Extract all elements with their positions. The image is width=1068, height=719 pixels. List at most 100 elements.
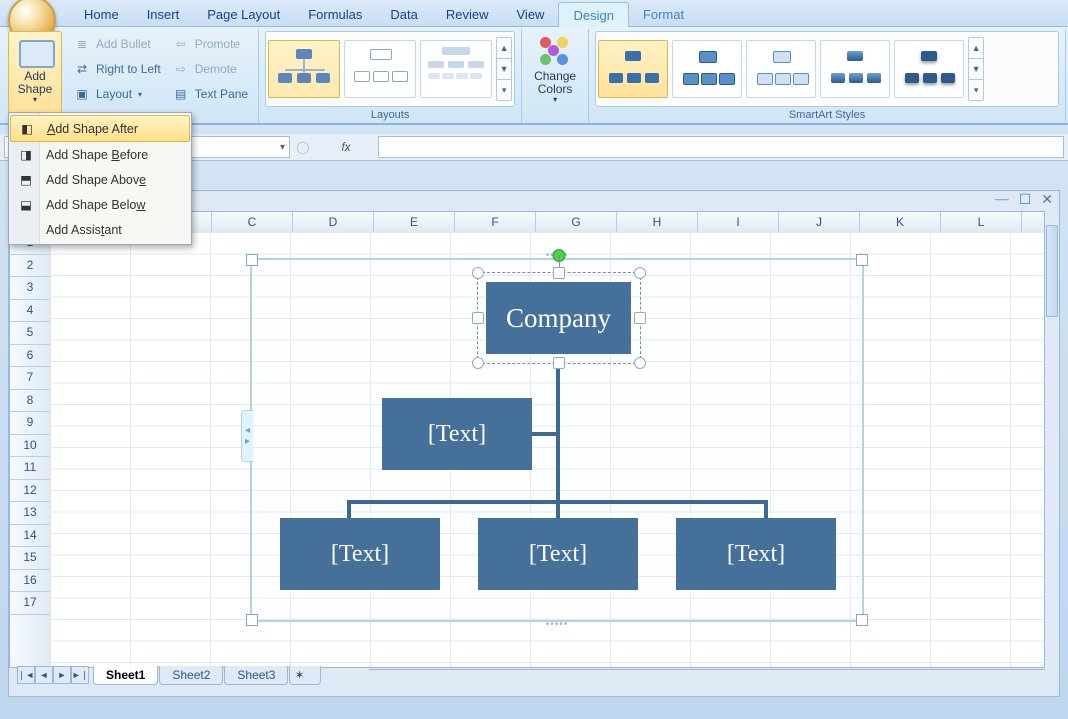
vertical-scrollbar[interactable] xyxy=(1044,211,1059,668)
styles-gallery-scroll[interactable]: ▲ ▼ ▾ xyxy=(968,37,984,101)
frame-handle[interactable] xyxy=(246,614,258,626)
row-header[interactable]: 6 xyxy=(10,345,50,368)
sheet-nav-last[interactable]: ►❘ xyxy=(71,666,89,684)
column-header[interactable]: H xyxy=(617,212,698,232)
row-header[interactable]: 9 xyxy=(10,412,50,435)
row-header[interactable]: 7 xyxy=(10,367,50,390)
column-header[interactable]: J xyxy=(779,212,860,232)
frame-handle[interactable] xyxy=(246,254,258,266)
tab-insert[interactable]: Insert xyxy=(133,2,194,26)
layout-option-3[interactable] xyxy=(420,40,492,98)
row-header[interactable]: 15 xyxy=(10,547,50,570)
menu-add-shape-after[interactable]: ◧ Add Shape After xyxy=(10,115,190,142)
tab-view[interactable]: View xyxy=(503,2,559,26)
style-option-3[interactable] xyxy=(746,40,816,98)
row-headers[interactable]: 1234567891011121314151617 xyxy=(10,232,51,667)
tab-design[interactable]: Design xyxy=(558,2,628,27)
window-close-button[interactable]: ✕ xyxy=(1041,192,1053,209)
tab-format[interactable]: Format xyxy=(629,2,698,26)
name-box-dropdown-icon[interactable]: ▾ xyxy=(280,142,285,153)
column-header[interactable]: F xyxy=(455,212,536,232)
row-header[interactable]: 4 xyxy=(10,300,50,323)
row-header[interactable]: 10 xyxy=(10,435,50,458)
menu-add-shape-below[interactable]: ⬓ Add Shape Below xyxy=(10,192,190,217)
layout-option-1[interactable] xyxy=(268,40,340,98)
menu-add-shape-before[interactable]: ◨ Add Shape Before xyxy=(10,142,190,167)
row-header[interactable]: 12 xyxy=(10,480,50,503)
tab-review[interactable]: Review xyxy=(432,2,503,26)
column-header[interactable]: G xyxy=(536,212,617,232)
tab-page-layout[interactable]: Page Layout xyxy=(193,2,294,26)
frame-handle[interactable] xyxy=(856,254,868,266)
horizontal-scrollbar[interactable] xyxy=(369,669,1045,684)
sheet-nav-prev[interactable]: ◄ xyxy=(35,666,53,684)
row-header[interactable]: 17 xyxy=(10,592,50,615)
menu-add-shape-above[interactable]: ⬒ Add Shape Above xyxy=(10,167,190,192)
sheet-tab-1[interactable]: Sheet1 xyxy=(93,666,158,685)
layout-button[interactable]: ▣ Layout ▾ xyxy=(70,83,165,105)
frame-handle[interactable] xyxy=(856,614,868,626)
demote-button[interactable]: ⇨ Demote xyxy=(169,58,252,80)
resize-handle[interactable] xyxy=(553,267,565,279)
resize-handle[interactable] xyxy=(553,357,565,369)
gallery-down-icon[interactable]: ▼ xyxy=(969,59,983,80)
right-to-left-button[interactable]: ⇄ Right to Left xyxy=(70,58,165,80)
org-node-assistant[interactable]: [Text] xyxy=(382,398,532,470)
frame-handle[interactable]: ••••• xyxy=(546,619,569,630)
org-node-child-1[interactable]: [Text] xyxy=(280,518,440,590)
row-header[interactable]: 11 xyxy=(10,457,50,480)
column-header[interactable]: I xyxy=(698,212,779,232)
scroll-thumb[interactable] xyxy=(1046,225,1058,317)
row-header[interactable]: 8 xyxy=(10,390,50,413)
row-header[interactable]: 13 xyxy=(10,502,50,525)
gallery-up-icon[interactable]: ▲ xyxy=(969,38,983,59)
row-header[interactable]: 5 xyxy=(10,322,50,345)
row-header[interactable]: 2 xyxy=(10,255,50,278)
add-shape-button[interactable]: Add Shape ▾ xyxy=(8,31,62,113)
add-bullet-button[interactable]: ≣ Add Bullet xyxy=(70,33,165,55)
layout-option-2[interactable] xyxy=(344,40,416,98)
style-option-1[interactable] xyxy=(598,40,668,98)
column-headers[interactable]: ABCDEFGHIJKL xyxy=(50,212,1044,233)
style-option-4[interactable] xyxy=(820,40,890,98)
smartart-frame[interactable]: ••••• ••••• ◂▸ xyxy=(250,258,864,622)
sheet-tab-3[interactable]: Sheet3 xyxy=(224,666,288,685)
style-option-5[interactable] xyxy=(894,40,964,98)
insert-function-button[interactable]: fx xyxy=(316,140,376,154)
resize-handle[interactable] xyxy=(472,312,484,324)
row-header[interactable]: 14 xyxy=(10,525,50,548)
text-pane-button[interactable]: ▤ Text Pane xyxy=(169,83,252,105)
resize-handle[interactable] xyxy=(472,267,484,279)
cells-area[interactable]: ••••• ••••• ◂▸ xyxy=(50,232,1044,667)
org-node-child-3[interactable]: [Text] xyxy=(676,518,836,590)
sheet-nav-next[interactable]: ► xyxy=(53,666,71,684)
org-node-child-2[interactable]: [Text] xyxy=(478,518,638,590)
gallery-down-icon[interactable]: ▼ xyxy=(497,59,511,80)
column-header[interactable]: D xyxy=(293,212,374,232)
tab-home[interactable]: Home xyxy=(70,2,133,26)
resize-handle[interactable] xyxy=(634,267,646,279)
tab-data[interactable]: Data xyxy=(376,2,431,26)
sheet-tab-2[interactable]: Sheet2 xyxy=(159,666,223,685)
promote-button[interactable]: ⇦ Promote xyxy=(169,33,252,55)
sheet-nav-first[interactable]: ❘◄ xyxy=(17,666,35,684)
change-colors-button[interactable]: Change Colors ▾ xyxy=(528,31,582,113)
menu-add-assistant[interactable]: Add Assistant xyxy=(10,217,190,242)
row-header[interactable]: 16 xyxy=(10,570,50,593)
gallery-more-icon[interactable]: ▾ xyxy=(969,80,983,100)
gallery-more-icon[interactable]: ▾ xyxy=(497,80,511,100)
worksheet-grid[interactable]: ABCDEFGHIJKL 1234567891011121314151617 •… xyxy=(9,211,1045,668)
row-header[interactable]: 3 xyxy=(10,277,50,300)
formula-input[interactable] xyxy=(378,136,1064,158)
gallery-up-icon[interactable]: ▲ xyxy=(497,38,511,59)
window-minimize-button[interactable]: — xyxy=(995,192,1009,208)
window-maximize-button[interactable]: ☐ xyxy=(1019,192,1032,209)
tab-formulas[interactable]: Formulas xyxy=(294,2,376,26)
column-header[interactable]: C xyxy=(212,212,293,232)
resize-handle[interactable] xyxy=(634,312,646,324)
text-pane-toggle[interactable]: ◂▸ xyxy=(241,410,253,462)
resize-handle[interactable] xyxy=(634,357,646,369)
org-node-root[interactable]: Company xyxy=(486,282,631,354)
column-header[interactable]: L xyxy=(941,212,1022,232)
resize-handle[interactable] xyxy=(472,357,484,369)
